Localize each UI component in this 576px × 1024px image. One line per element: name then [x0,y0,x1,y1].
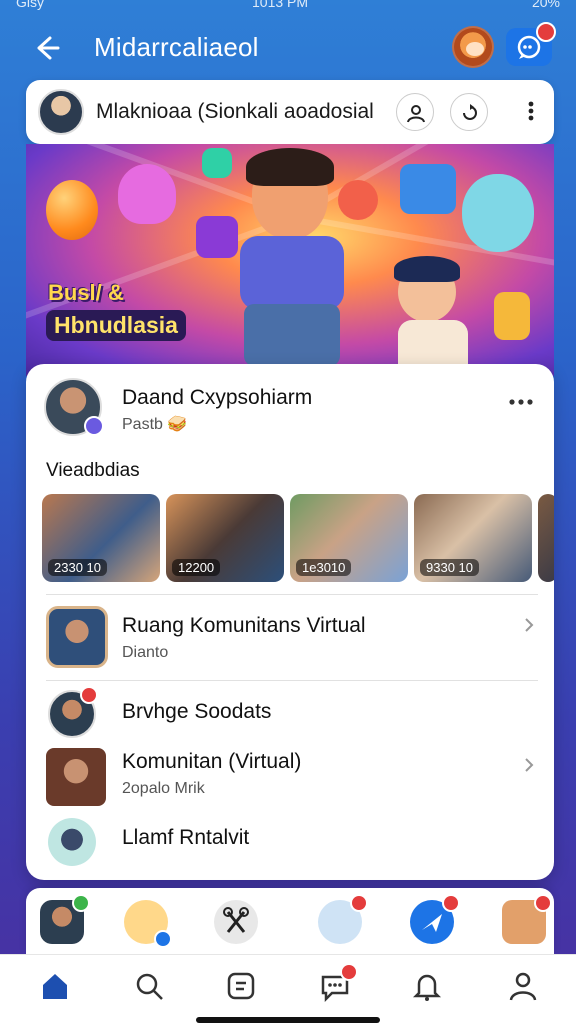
list-item[interactable]: Komunitan (Virtual) 2opalo Mrik [26,744,554,810]
list-item[interactable]: Ruang Komunitans Virtual Dianto [26,604,554,674]
notification-badge [534,894,552,912]
quick-actions-bar [26,888,554,954]
video-carousel[interactable]: 2330 10 12200 1e3010 9330 10 [42,494,554,584]
post-subtitle: Pastb 🥪 [122,416,188,433]
list-item-subtitle: 2opalo Mrik [122,780,205,797]
notification-badge [442,894,460,912]
list-item[interactable]: Brvhge Soodats [26,686,554,742]
chat-app-icon [202,148,232,178]
video-duration: 9330 10 [420,559,479,576]
home-indicator [196,1017,380,1023]
video-thumbnail[interactable]: 12200 [166,494,284,582]
list-item-title: Ruang Komunitans Virtual [122,614,366,637]
list-item[interactable]: Llamf Rntalvit [26,814,554,872]
back-arrow-icon[interactable] [30,32,62,64]
video-app-icon [400,164,456,214]
banner-line-2: Hbnudlasia [46,310,186,341]
video-duration: 1e3010 [296,559,352,576]
profile-avatar[interactable] [40,894,90,944]
hand-wave-icon[interactable] [502,894,552,944]
divider [46,680,538,681]
send-icon[interactable] [410,894,460,944]
search-icon[interactable] [132,969,166,1003]
chevron-right-icon [525,618,534,632]
video-thumbnail[interactable]: 1e3010 [290,494,408,582]
battery-label: 20% [531,0,560,10]
profile-icon[interactable] [506,969,540,1003]
home-icon[interactable] [38,969,72,1003]
target-icon [338,180,378,220]
status-bar: Glsy 1013 PM 20% [0,0,576,10]
notification-badge [340,963,358,981]
member-avatar [48,818,96,866]
ghost-character-illustration [118,164,176,224]
messages-icon[interactable] [318,963,358,1003]
music-app-icon [196,216,238,258]
profile-avatar[interactable] [38,89,84,135]
scissors-icon[interactable] [214,900,258,944]
notification-badge [536,22,556,42]
banner-line-1: Busl/ & [48,280,124,305]
hero-banner[interactable]: Busl/ & Hbnudlasia [26,144,554,376]
divider [46,594,538,595]
video-thumbnail[interactable]: 2330 10 [42,494,160,582]
list-item-title: Brvhge Soodats [122,700,272,723]
chevron-right-icon [525,758,534,772]
verified-icon [84,416,104,436]
video-thumbnail[interactable]: 9330 10 [414,494,532,582]
video-thumbnail[interactable] [538,494,554,582]
post-author-avatar[interactable] [44,378,104,436]
emoji-face-icon[interactable] [124,900,172,948]
compose-icon[interactable] [224,969,258,1003]
post-card: Daand Cxypsohiarm Pastb 🥪 Vieadbdias 233… [26,364,554,880]
chat-bubble-icon[interactable] [318,894,368,944]
profile-name: Mlaknioaa (Sionkali aoadosial [96,100,374,123]
member-avatar [48,686,98,738]
video-duration: 12200 [172,559,221,576]
bottom-navigation [0,954,576,1024]
post-author-name[interactable]: Daand Cxypsohiarm [122,386,312,410]
status-badge [72,894,90,912]
notifications-icon[interactable] [410,969,444,1003]
page-title: Midarrcaliaeol [94,32,259,62]
clock: 1013 PM [252,0,309,10]
video-duration: 2330 10 [48,559,107,576]
status-badge [154,930,172,948]
notification-badge [350,894,368,912]
repost-icon[interactable] [450,93,488,131]
user-avatar[interactable] [452,26,494,68]
more-horizontal-icon[interactable] [506,394,536,405]
profile-card: Mlaknioaa (Sionkali aoadosial [26,80,554,144]
notification-badge [80,686,98,704]
chat-bubble-icon[interactable] [506,22,556,66]
carrier-label: Glsy [16,0,44,10]
person-icon[interactable] [396,93,434,131]
list-item-subtitle: Dianto [122,644,169,661]
music-note-icon [494,292,530,340]
more-vertical-icon[interactable] [526,96,536,126]
videos-section-title: Vieadbdias [46,460,140,481]
list-item-title: Llamf Rntalvit [122,826,250,849]
cat-character-illustration [462,174,534,252]
list-item-title: Komunitan (Virtual) [122,750,302,773]
group-thumbnail [46,748,106,806]
group-thumbnail [46,606,108,668]
app-header: Midarrcaliaeol [0,22,576,72]
balloon-illustration [46,180,98,240]
